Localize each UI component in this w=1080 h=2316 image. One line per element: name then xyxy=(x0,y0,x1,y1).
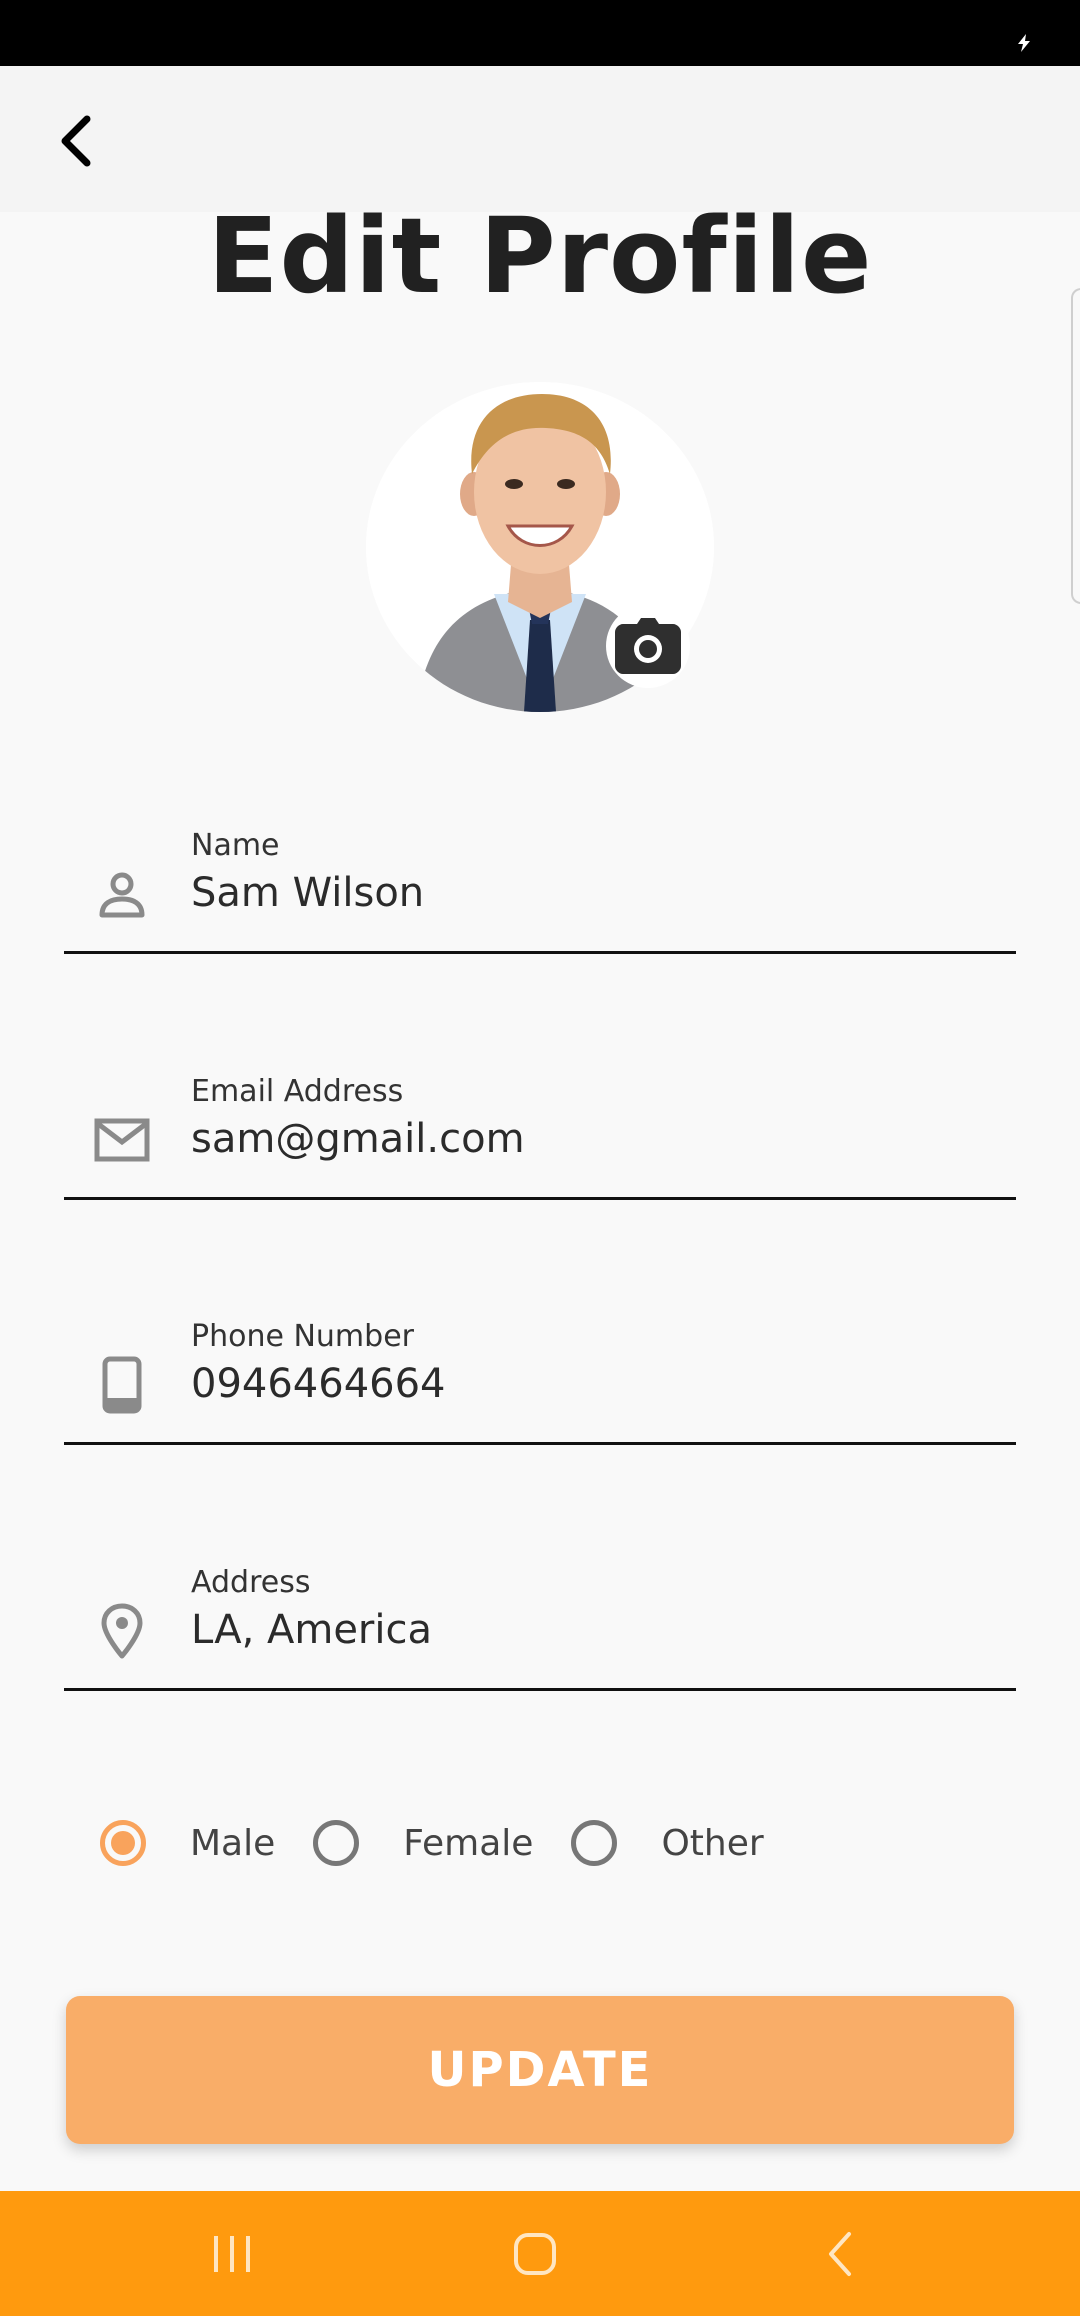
name-field[interactable]: Name xyxy=(64,814,1016,954)
address-input[interactable] xyxy=(191,1607,991,1653)
phone-icon xyxy=(92,1355,152,1415)
radio-other[interactable] xyxy=(571,1820,618,1866)
home-icon xyxy=(514,2233,556,2275)
phone-input[interactable] xyxy=(191,1361,991,1407)
gender-radio-group: Male Female Other xyxy=(100,1815,802,1871)
phone-label: Phone Number xyxy=(191,1319,414,1354)
page-title: Edit Profile xyxy=(207,195,873,317)
mail-icon xyxy=(92,1110,152,1170)
radio-other-label[interactable]: Other xyxy=(661,1823,763,1864)
back-arrow-icon xyxy=(829,2232,851,2276)
update-button[interactable]: UPDATE xyxy=(66,1996,1014,2144)
home-button[interactable] xyxy=(495,2221,575,2287)
phone-field[interactable]: Phone Number xyxy=(64,1305,1016,1445)
change-photo-button[interactable] xyxy=(606,604,690,688)
radio-female-label[interactable]: Female xyxy=(403,1823,533,1864)
email-input[interactable] xyxy=(191,1116,991,1162)
scroll-indicator xyxy=(1071,288,1080,604)
radio-male[interactable] xyxy=(100,1820,146,1866)
status-bar xyxy=(0,0,1080,66)
radio-female[interactable] xyxy=(313,1820,360,1866)
back-nav-button[interactable] xyxy=(800,2221,880,2287)
location-pin-icon xyxy=(92,1601,152,1661)
back-button[interactable] xyxy=(40,106,110,176)
name-label: Name xyxy=(191,828,280,863)
address-field[interactable]: Address xyxy=(64,1551,1016,1691)
address-label: Address xyxy=(191,1565,311,1600)
email-field[interactable]: Email Address xyxy=(64,1060,1016,1200)
radio-male-label[interactable]: Male xyxy=(190,1823,275,1864)
camera-icon xyxy=(615,618,681,674)
name-input[interactable] xyxy=(191,870,991,916)
person-icon xyxy=(92,864,152,924)
recent-apps-button[interactable] xyxy=(192,2221,272,2287)
email-label: Email Address xyxy=(191,1074,404,1109)
chevron-left-icon xyxy=(61,115,91,167)
app-bar xyxy=(0,66,1080,212)
recent-apps-icon xyxy=(214,2236,250,2272)
charging-icon xyxy=(1018,34,1030,52)
system-nav-bar xyxy=(0,2191,1080,2316)
